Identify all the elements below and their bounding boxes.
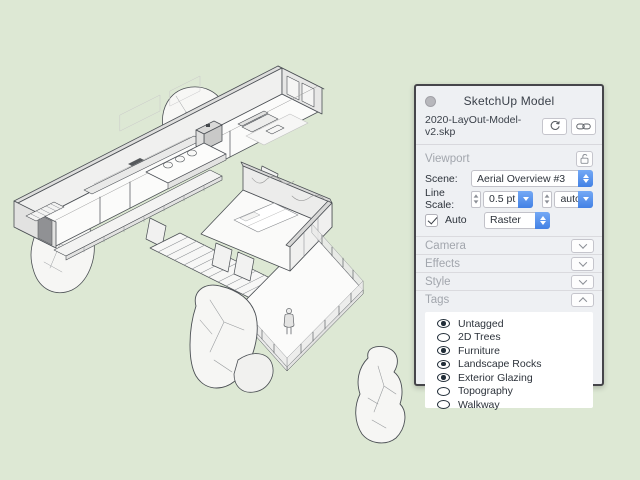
sketchup-model-panel: SketchUp Model 2020-LayOut-Model-v2.skp …	[414, 84, 604, 386]
viewport-section: Viewport Scene: Aerial Overview #3 Line …	[416, 145, 602, 236]
tag-label: Landscape Rocks	[458, 358, 541, 370]
chevron-down-icon	[518, 191, 533, 208]
scene-label: Scene:	[425, 173, 471, 185]
tag-row[interactable]: 2D Trees	[431, 331, 593, 344]
line-scale-dropdown[interactable]: 0.5 pt	[483, 191, 533, 208]
section-tags[interactable]: Tags	[416, 290, 602, 308]
eye-hidden-icon[interactable]	[437, 400, 450, 409]
chevron-icon	[578, 258, 586, 266]
panel-close-button[interactable]	[425, 96, 436, 107]
section-style[interactable]: Style	[416, 272, 602, 290]
chevron-icon	[578, 240, 586, 248]
tag-label: Topography	[458, 385, 513, 397]
panel-title: SketchUp Model	[416, 94, 602, 108]
scene-dropdown[interactable]: Aerial Overview #3	[471, 170, 593, 187]
section-effects[interactable]: Effects	[416, 254, 602, 272]
tag-label: 2D Trees	[458, 331, 501, 343]
layout-document-canvas: SketchUp Model 2020-LayOut-Model-v2.skp …	[0, 0, 640, 480]
section-camera[interactable]: Camera	[416, 236, 602, 254]
tag-row[interactable]: Landscape Rocks	[431, 358, 593, 371]
effects-disclosure-button[interactable]	[571, 257, 594, 271]
viewport-section-label: Viewport	[425, 153, 576, 165]
style-disclosure-button[interactable]	[571, 275, 594, 289]
rock-bottom-right	[356, 346, 405, 442]
render-refresh-button[interactable]	[542, 118, 567, 135]
line-scale-auto-dropdown[interactable]: auto	[554, 191, 593, 208]
tag-row[interactable]: Walkway	[431, 398, 593, 411]
eye-visible-icon[interactable]	[437, 346, 450, 355]
tag-label: Walkway	[458, 399, 500, 411]
eye-visible-icon[interactable]	[437, 373, 450, 382]
camera-disclosure-button[interactable]	[571, 239, 594, 253]
chevron-down-icon	[578, 191, 593, 208]
line-scale-auto-stepper[interactable]	[542, 191, 552, 208]
popup-stepper-icon	[578, 170, 593, 187]
tags-list: Untagged2D Trees FurnitureLandscape Rocks…	[425, 312, 593, 408]
eye-visible-icon[interactable]	[437, 360, 450, 369]
section-label: Effects	[425, 258, 571, 270]
viewport-lock-button[interactable]	[576, 151, 593, 167]
tag-row[interactable]: Untagged	[431, 317, 593, 330]
scene-value: Aerial Overview #3	[472, 173, 592, 185]
chevron-icon	[578, 276, 586, 284]
circular-arrow-icon	[549, 120, 561, 132]
chevron-icon	[578, 297, 586, 305]
tag-row[interactable]: Topography	[431, 385, 593, 398]
line-scale-stepper[interactable]	[471, 191, 481, 208]
tag-row[interactable]: Exterior Glazing	[431, 371, 593, 384]
section-label: Camera	[425, 240, 571, 252]
tag-label: Untagged	[458, 318, 504, 330]
tags-disclosure-button[interactable]	[571, 293, 594, 307]
tag-label: Furniture	[458, 345, 500, 357]
chain-link-icon	[576, 122, 591, 131]
link-model-button[interactable]	[571, 118, 596, 135]
unlock-icon	[579, 153, 590, 165]
eye-hidden-icon[interactable]	[437, 333, 450, 342]
tag-row[interactable]: Furniture	[431, 344, 593, 357]
auto-checkbox[interactable]	[425, 214, 438, 227]
auto-label: Auto	[445, 214, 471, 226]
line-scale-label: Line Scale:	[425, 187, 471, 211]
eye-hidden-icon[interactable]	[437, 387, 450, 396]
popup-stepper-icon	[535, 212, 550, 229]
model-filename: 2020-LayOut-Model-v2.skp	[425, 114, 538, 138]
model-reference-row: 2020-LayOut-Model-v2.skp	[416, 111, 602, 144]
section-label: Style	[425, 276, 571, 288]
panel-header: SketchUp Model	[416, 91, 602, 111]
render-mode-dropdown[interactable]: Raster	[484, 212, 550, 229]
tag-label: Exterior Glazing	[458, 372, 533, 384]
eye-visible-icon[interactable]	[437, 319, 450, 328]
section-label: Tags	[425, 294, 571, 306]
